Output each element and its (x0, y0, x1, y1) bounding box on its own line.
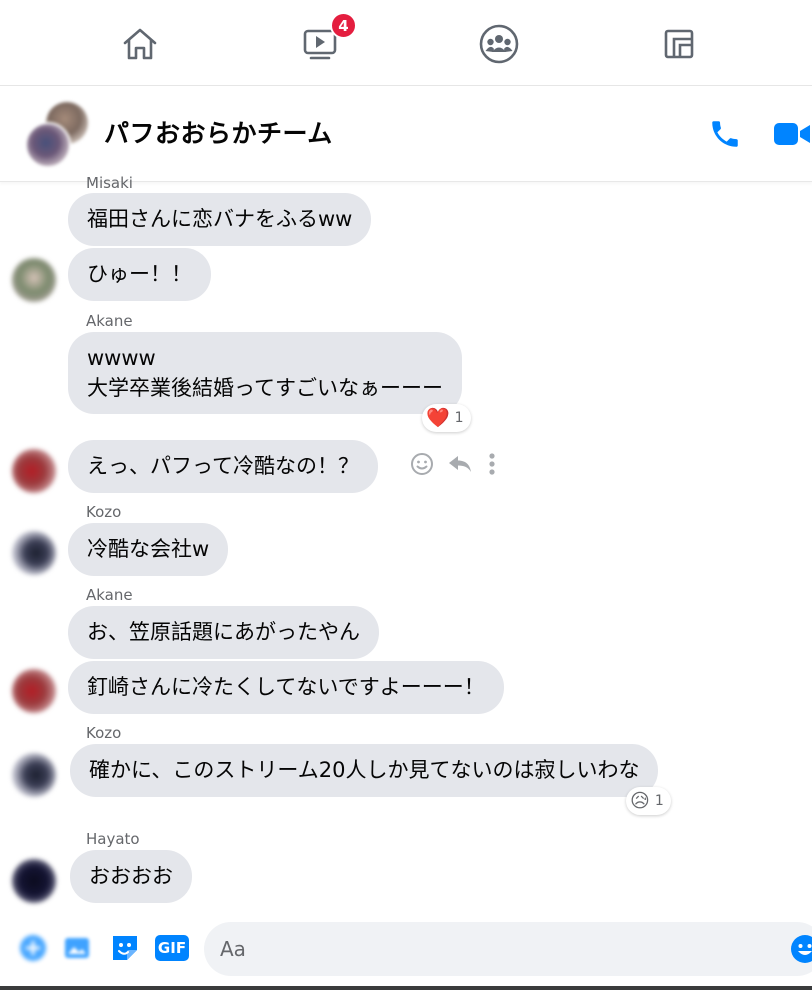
chat-title[interactable]: パフおおらかチーム (104, 114, 333, 150)
message-bubble[interactable]: 釘崎さんに冷たくしてないですよーーー！ (68, 661, 504, 714)
gaming-icon (664, 29, 694, 59)
gif-button[interactable]: GIF (154, 931, 190, 965)
message-bubble[interactable]: 確かに、このストリーム20人しか見てないのは寂しいわな (70, 744, 659, 797)
plus-circle-icon (20, 935, 46, 961)
avatar[interactable] (12, 449, 56, 493)
sender-name: Misaki (86, 174, 133, 192)
nav-groups[interactable] (473, 18, 525, 70)
video-call-button[interactable] (770, 114, 812, 154)
sender-name: Kozo (86, 724, 122, 742)
sticker-icon (113, 936, 137, 960)
groups-icon (479, 24, 519, 64)
avatar[interactable] (12, 258, 56, 302)
message-actions (410, 453, 498, 479)
sender-name: Hayato (86, 830, 140, 848)
message-bubble[interactable]: お、笠原話題にあがったやん (68, 606, 379, 659)
member-avatar (25, 122, 71, 168)
heart-icon: ❤️ (426, 406, 450, 429)
message-bubble[interactable]: 福田さんに恋バナをふるww (68, 193, 372, 246)
sad-face-icon: 😥 (630, 789, 650, 812)
message-bubble[interactable]: 冷酷な会社w (68, 523, 229, 576)
sender-name: Kozo (86, 503, 122, 521)
message-bubble[interactable]: ひゅー！！ (68, 248, 211, 301)
avatar[interactable] (12, 859, 56, 903)
avatar[interactable] (12, 669, 56, 713)
reaction-badge[interactable]: 😥 1 (626, 787, 671, 815)
notification-badge: 4 (330, 12, 357, 39)
voice-call-button[interactable] (705, 114, 745, 154)
video-camera-icon (774, 123, 810, 145)
reaction-count: 1 (454, 410, 464, 426)
emoji-icon (791, 935, 812, 963)
more-options-button[interactable] (486, 452, 498, 480)
reaction-badge[interactable]: ❤️ 1 (422, 404, 471, 432)
reply-button[interactable] (447, 452, 473, 480)
photo-button[interactable] (60, 931, 94, 965)
image-icon (65, 938, 89, 958)
react-button[interactable] (410, 452, 434, 480)
message-composer: GIF (0, 914, 812, 990)
message-input-container (204, 922, 812, 976)
nav-home[interactable] (114, 18, 166, 70)
reply-icon (449, 456, 471, 472)
home-icon (123, 28, 157, 60)
sender-name: Akane (86, 312, 133, 330)
window-bottom-edge (0, 986, 812, 990)
more-actions-button[interactable] (16, 931, 50, 965)
more-vertical-icon (489, 453, 495, 475)
message-list[interactable]: Misaki 福田さんに恋バナをふるww ひゅー！！ Akane wwww 大学… (0, 174, 812, 914)
group-avatar[interactable] (22, 100, 92, 170)
chat-header: パフおおらかチーム (0, 86, 812, 182)
message-bubble[interactable]: wwww 大学卒業後結婚ってすごいなぁーーー (68, 332, 462, 414)
phone-icon (712, 121, 738, 147)
nav-gaming[interactable] (653, 18, 705, 70)
gif-label: GIF (157, 939, 187, 957)
emoji-button[interactable] (790, 934, 812, 964)
avatar[interactable] (12, 753, 56, 797)
message-bubble[interactable]: えっ、パフって冷酷なの！？ (68, 440, 378, 493)
message-bubble[interactable]: おおおお (70, 850, 192, 903)
message-input[interactable] (220, 922, 780, 976)
reaction-count: 1 (654, 793, 664, 809)
top-navigation: 4 (0, 0, 812, 86)
sticker-button[interactable] (108, 931, 142, 965)
avatar[interactable] (12, 531, 56, 575)
sender-name: Akane (86, 586, 133, 604)
smiley-icon (411, 453, 433, 475)
